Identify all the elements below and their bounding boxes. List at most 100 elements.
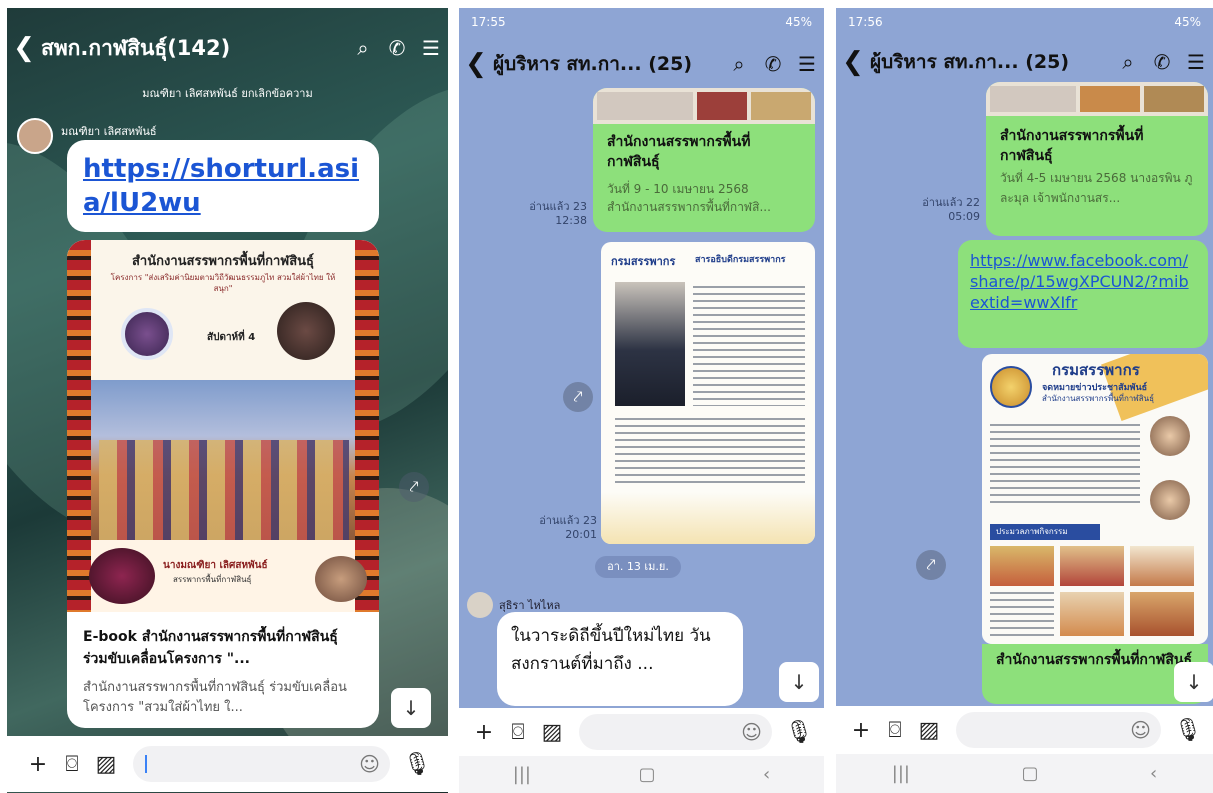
plus-icon[interactable]: +	[21, 752, 55, 777]
shortlink[interactable]: https://shorturl.asia/lU2wu	[83, 152, 363, 220]
card-description: สำนักงานสรรพากรพื้นที่กาฬสินธุ์ ร่วมขับเ…	[83, 680, 347, 715]
link-preview-card[interactable]: สำนักงานสรรพากรพื้นที่กาฬสินธุ์ โครงการ …	[67, 240, 379, 728]
back-icon[interactable]: ❮	[7, 33, 41, 63]
menu-icon[interactable]: ☰	[1179, 50, 1213, 74]
share-icon[interactable]: ⤤	[916, 550, 946, 580]
newsletter-image[interactable]: กรมสรรพากร จดหมายข่าวประชาสัมพันธ์ สำนัก…	[982, 354, 1208, 644]
camera-icon[interactable]: ⌼	[55, 752, 89, 777]
microphone-icon[interactable]: 🎙	[782, 720, 816, 745]
message-input[interactable]: ☺	[579, 714, 772, 750]
image-icon[interactable]: ▨	[535, 720, 569, 745]
search-icon[interactable]: ⌕	[346, 36, 380, 60]
phone-icon[interactable]: ✆	[756, 52, 790, 76]
phone-icon[interactable]: ✆	[1145, 50, 1179, 74]
read-receipt: อ่านแล้ว 22 05:09	[892, 196, 980, 224]
android-nav-bar: ||| ▢ ‹	[836, 754, 1213, 793]
text-message[interactable]: ในวาระดิถีขึ้นปีใหม่ไทย วันสงกรานต์ที่มา…	[497, 612, 743, 706]
message-input-bar: + ⌼ ▨ ☺ 🎙	[7, 736, 448, 792]
official-photo	[615, 282, 685, 406]
message-input-bar: + ⌼ ▨ ☺ 🎙	[459, 708, 824, 756]
battery-level: 45%	[785, 15, 812, 29]
link-preview-bubble[interactable]: สำนักงานสรรพากรพื้นที่กาฬสินธุ์ วันที่ 9…	[593, 88, 815, 232]
phone-screen-3: 17:56 45% ❮ ผู้บริหาร สท.กา... (25) ⌕ ✆ …	[836, 8, 1213, 793]
poster-brand: กรมสรรพากร	[1052, 361, 1140, 379]
home-icon[interactable]: ▢	[638, 764, 655, 785]
emoji-icon[interactable]: ☺	[359, 752, 380, 776]
menu-icon[interactable]: ☰	[414, 36, 448, 60]
sent-time: 12:38	[555, 214, 587, 227]
sender-name: มณฑิยา เลิศสหพันธ์	[61, 125, 157, 138]
phone-icon[interactable]: ✆	[380, 36, 414, 60]
sent-time: 20:01	[565, 528, 597, 541]
back-icon[interactable]: ❮	[459, 49, 493, 79]
read-receipt: อ่านแล้ว 23 20:01	[519, 514, 597, 542]
chat-header: ❮ ผู้บริหาร สท.กา... (25) ⌕ ✆ ☰	[459, 42, 824, 86]
poster-section-title: ประมวลภาพกิจกรรม	[990, 524, 1100, 540]
msg-description: วันที่ 4-5 เมษายน 2568 นางอรพิน ภูละมุล …	[1000, 171, 1193, 205]
share-icon[interactable]: ⤤	[399, 472, 429, 502]
scroll-down-icon[interactable]: ↓	[391, 688, 431, 728]
chat-header: ❮ ผู้บริหาร สท.กา... (25) ⌕ ✆ ☰	[836, 40, 1213, 84]
poster-week: สัปดาห์ที่ 4	[207, 332, 256, 343]
revenue-dept-logo	[990, 366, 1032, 408]
android-nav-bar: ||| ▢ ‹	[459, 756, 824, 793]
poster-title: สำนักงานสรรพากรพื้นที่กาฬสินธุ์	[132, 254, 314, 269]
nav-back-icon[interactable]: ‹	[1150, 763, 1157, 784]
chat-title: ผู้บริหาร สท.กา... (25)	[870, 51, 1069, 73]
text-cursor	[145, 755, 147, 773]
phone-screen-2: 17:55 45% ❮ ผู้บริหาร สท.กา... (25) ⌕ ✆ …	[459, 8, 824, 793]
poster-image: สำนักงานสรรพากรพื้นที่กาฬสินธุ์ โครงการ …	[67, 240, 379, 612]
group-photo	[91, 380, 355, 540]
recent-apps-icon[interactable]: |||	[892, 763, 910, 784]
microphone-icon[interactable]: 🎙	[400, 752, 434, 777]
poster-subtitle: โครงการ "ส่งเสริมค่านิยมตามวิถีวัฒนธรรมภ…	[110, 273, 336, 293]
nav-back-icon[interactable]: ‹	[763, 764, 770, 785]
camera-icon[interactable]: ⌼	[878, 718, 912, 743]
announcement-image[interactable]: กรมสรรพากร สารอธิบดีกรมสรรพากร	[601, 242, 815, 544]
msg-title: สำนักงานสรรพากรพื้นที่กาฬสินธุ์	[607, 134, 751, 170]
avatar[interactable]	[17, 118, 53, 154]
recent-apps-icon[interactable]: |||	[513, 764, 531, 785]
microphone-icon[interactable]: 🎙	[1171, 718, 1205, 743]
preview-thumbnail	[986, 82, 1208, 116]
chat-header: ❮ สพก.กาฬสินธุ์(142) ⌕ ✆ ☰	[7, 26, 448, 70]
read-count: อ่านแล้ว 23	[539, 514, 597, 527]
emoji-icon[interactable]: ☺	[1130, 718, 1151, 742]
avatar[interactable]	[467, 592, 493, 618]
camera-icon[interactable]: ⌼	[501, 720, 535, 745]
message-input[interactable]: ☺	[133, 746, 390, 782]
image-icon[interactable]: ▨	[912, 718, 946, 743]
read-receipt: อ่านแล้ว 23 12:38	[509, 200, 587, 228]
poster-name: นางมณฑิยา เลิศสหพันธ์	[163, 560, 268, 571]
plus-icon[interactable]: +	[467, 720, 501, 745]
unsend-notice: มณฑิยา เลิศสหพันธ์ ยกเลิกข้อความ	[142, 87, 313, 100]
link-preview-bubble[interactable]: สำนักงานสรรพากรพื้นที่กาฬสินธุ์ วันที่ 4…	[986, 82, 1208, 236]
link-bubble[interactable]: https://shorturl.asia/lU2wu	[67, 140, 379, 232]
msg-title: สำนักงานสรรพากรพื้นที่กาฬสินธุ์	[1000, 128, 1144, 164]
battery-level: 45%	[1174, 15, 1201, 29]
search-icon[interactable]: ⌕	[1111, 50, 1145, 74]
home-icon[interactable]: ▢	[1021, 763, 1038, 784]
poster-heading: สารอธิบดีกรมสรรพากร	[695, 255, 786, 265]
plus-icon[interactable]: +	[844, 718, 878, 743]
menu-icon[interactable]: ☰	[790, 52, 824, 76]
emoji-icon[interactable]: ☺	[741, 720, 762, 744]
back-icon[interactable]: ❮	[836, 47, 870, 77]
poster-role: สรรพากรพื้นที่กาฬสินธุ์	[173, 575, 252, 584]
image-icon[interactable]: ▨	[89, 752, 123, 777]
preview-thumbnail	[593, 88, 815, 124]
scroll-down-icon[interactable]: ↓	[1174, 662, 1213, 702]
date-separator: อา. 13 เม.ย.	[595, 556, 681, 578]
card-title: E-book สำนักงานสรรพากรพื้นที่กาฬสินธุ์ ร…	[83, 629, 338, 667]
search-icon[interactable]: ⌕	[722, 52, 756, 76]
message-input-bar: + ⌼ ▨ ☺ 🎙	[836, 706, 1213, 754]
message-input[interactable]: ☺	[956, 712, 1161, 748]
clock: 17:56	[848, 15, 883, 29]
link-bubble[interactable]: https://www.facebook.com/share/p/15wgXPC…	[958, 240, 1208, 348]
facebook-link[interactable]: https://www.facebook.com/share/p/15wgXPC…	[970, 250, 1196, 313]
chat-title: ผู้บริหาร สท.กา... (25)	[493, 53, 692, 75]
share-icon[interactable]: ⤤	[563, 382, 593, 412]
status-bar: 17:55 45%	[459, 8, 824, 36]
poster-brand: กรมสรรพากร	[611, 255, 676, 268]
scroll-down-icon[interactable]: ↓	[779, 662, 819, 702]
